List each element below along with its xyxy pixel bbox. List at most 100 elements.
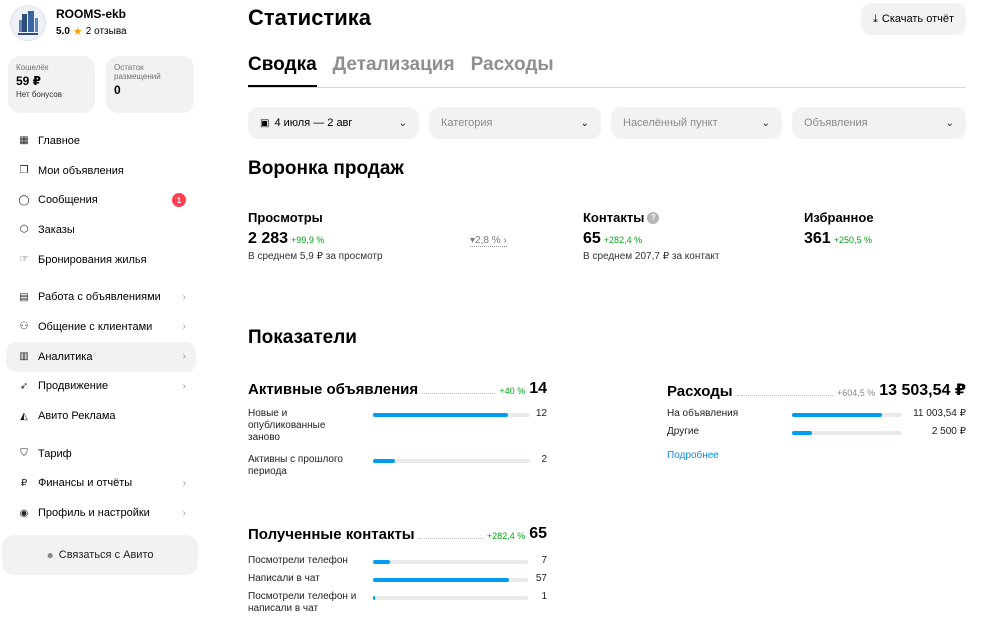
wallet-card[interactable]: Кошелёк 59 ₽ Нет бонусов [8, 56, 95, 113]
chart-icon: ▥ [19, 351, 29, 363]
chevron-right-icon: › [182, 321, 186, 333]
table-row: На объявления [667, 408, 738, 420]
sidebar-item-label: Продвижение [38, 380, 109, 393]
chevron-right-icon: › [500, 235, 507, 246]
bubbles-icon: ● [46, 548, 54, 562]
city-select[interactable]: Населённый пункт ⌄ [611, 107, 782, 139]
expenses-delta: +604,5 % [836, 388, 876, 398]
sidebar-item-label: Тариф [38, 447, 72, 460]
listings-select[interactable]: Объявления ⌄ [792, 107, 966, 139]
sidebar-item-ads-work[interactable]: ▤ Работа с объявлениями › [6, 282, 196, 312]
document-icon: ▤ [19, 291, 29, 303]
sidebar-item-main[interactable]: ▦ Главное [6, 126, 196, 156]
reviews-count[interactable]: 2 отзыва [86, 26, 127, 37]
help-icon[interactable]: ? [647, 211, 660, 224]
contact-avito-button[interactable]: ● Связаться с Авито [2, 535, 198, 575]
conversion-value: 2,8 % [475, 235, 501, 246]
contacts-value: 65 [583, 230, 601, 247]
contacts-phone-value: 7 [541, 555, 547, 566]
megaphone-icon: ◭ [20, 410, 28, 422]
active-new-value: 12 [535, 408, 547, 419]
sidebar-item-avito-ads[interactable]: ◭ Авито Реклама [6, 401, 196, 431]
contacts-chat-fill [373, 578, 509, 582]
copy-icon: ❐ [19, 165, 29, 177]
filters-bar: ▣ 4 июля — 2 авг ⌄ Категория ⌄ Населённы… [248, 107, 966, 139]
chevron-right-icon: › [182, 351, 186, 363]
chevron-right-icon: › [182, 380, 186, 392]
profile-block[interactable]: ROOMS-ekb 5.0 ★ 2 отзыва [10, 5, 127, 41]
sidebar-item-promotion[interactable]: ➶ Продвижение › [6, 372, 196, 402]
contacts-both-bar [373, 596, 528, 600]
sidebar-item-finance[interactable]: ₽ Финансы и отчёты › [6, 469, 196, 499]
expenses-ads-fill [792, 413, 882, 417]
messages-badge: 1 [172, 193, 186, 208]
chevron-down-icon: ⌄ [761, 117, 770, 129]
sidebar-item-label: Авито Реклама [38, 410, 116, 423]
contacts-both-fill [373, 596, 376, 600]
sidebar-item-analytics[interactable]: ▥ Аналитика › [6, 341, 196, 372]
sidebar-item-label: Бронирования жилья [38, 253, 147, 266]
download-report-label: Скачать отчёт [881, 13, 954, 25]
sidebar-item-tariff[interactable]: ⛉ Тариф [6, 439, 196, 469]
conversion-link[interactable]: ▾2,8 % › [470, 235, 507, 247]
wallet-label: Кошелёк [16, 63, 49, 72]
sidebar-item-label: Аналитика [38, 350, 93, 363]
date-range-select[interactable]: ▣ 4 июля — 2 авг ⌄ [248, 107, 419, 139]
city-placeholder: Населённый пункт [623, 117, 718, 129]
chevron-right-icon: › [182, 477, 186, 489]
chevron-down-icon: ⌄ [398, 117, 407, 129]
sidebar: ROOMS-ekb 5.0 ★ 2 отзыва Кошелёк 59 ₽ Не… [0, 0, 210, 619]
funnel-contacts: Контакты ? 65 +282,4 % В среднем 207,7 ₽ … [583, 210, 719, 262]
active-prev-label: Активны с прошлого периода [248, 454, 343, 477]
sidebar-item-profile-settings[interactable]: ◉ Профиль и настройки › [6, 498, 196, 528]
contacts-label: Контакты [583, 210, 645, 225]
sidebar-item-my-ads[interactable]: ❐ Мои объявления [6, 156, 196, 186]
category-select[interactable]: Категория ⌄ [429, 107, 601, 139]
download-report-button[interactable]: ⤓ Скачать отчёт [861, 3, 966, 35]
date-range-value: 4 июля — 2 авг [274, 117, 353, 129]
star-icon: ★ [72, 26, 83, 38]
sidebar-item-label: Заказы [38, 223, 75, 236]
views-label: Просмотры [248, 210, 323, 225]
sidebar-item-label: Профиль и настройки [38, 507, 150, 520]
profile-name[interactable]: ROOMS-ekb [56, 7, 127, 21]
sidebar-item-clients[interactable]: ⚇ Общение с клиентами › [6, 312, 196, 342]
funnel-views: Просмотры 2 283 +99,9 % В среднем 5,9 ₽ з… [248, 210, 383, 262]
active-new-fill [373, 413, 508, 417]
contact-avito-label: Связаться с Авито [58, 549, 154, 561]
sidebar-item-label: Сообщения [38, 194, 98, 207]
listings-placeholder: Объявления [804, 117, 868, 129]
chat-bubble-icon: ◯ [18, 194, 30, 206]
sidebar-item-label: Мои объявления [38, 164, 124, 177]
sidebar-item-label: Финансы и отчёты [38, 477, 133, 490]
expenses-more-link[interactable]: Подробнее [667, 450, 719, 461]
tab-details[interactable]: Детализация [333, 52, 455, 87]
company-logo[interactable] [10, 5, 46, 41]
chevron-down-icon: ⌄ [945, 117, 954, 129]
placements-card[interactable]: Остаток размещений 0 [106, 56, 194, 113]
funnel-favorites: Избранное 361 +250,5 % [804, 210, 874, 248]
tab-summary[interactable]: Сводка [248, 52, 317, 87]
wallet-bonus: Нет бонусов [16, 90, 62, 99]
chevron-down-icon: ⌄ [580, 117, 589, 129]
rocket-icon: ➶ [19, 380, 29, 392]
contacts-average: В среднем 207,7 ₽ за контакт [583, 251, 720, 262]
table-row: Написали в чат [248, 573, 320, 585]
contacts-chat-value: 57 [535, 573, 547, 584]
sidebar-item-orders[interactable]: ⬡ Заказы [6, 215, 196, 245]
profile-rating[interactable]: 5.0 ★ 2 отзыва [56, 25, 127, 38]
placements-value: 0 [114, 83, 121, 97]
ticket-icon: ⛉ [20, 448, 28, 460]
funnel-title: Воронка продаж [248, 158, 404, 179]
table-row: Посмотрели телефон [248, 555, 348, 567]
user-circle-icon: ◉ [19, 507, 29, 519]
received-contacts-delta: +282,4 % [486, 531, 526, 541]
views-value: 2 283 [248, 230, 289, 247]
tab-expenses[interactable]: Расходы [471, 52, 554, 87]
views-average: В среднем 5,9 ₽ за просмотр [248, 251, 383, 262]
sidebar-item-messages[interactable]: ◯ Сообщения 1 [6, 185, 196, 215]
sidebar-item-bookings[interactable]: ☞ Бронирования жилья [6, 245, 196, 275]
received-contacts-total: 65 [529, 525, 547, 542]
hand-icon: ☞ [19, 254, 29, 266]
stats-tabs: Сводка Детализация Расходы [248, 52, 966, 88]
